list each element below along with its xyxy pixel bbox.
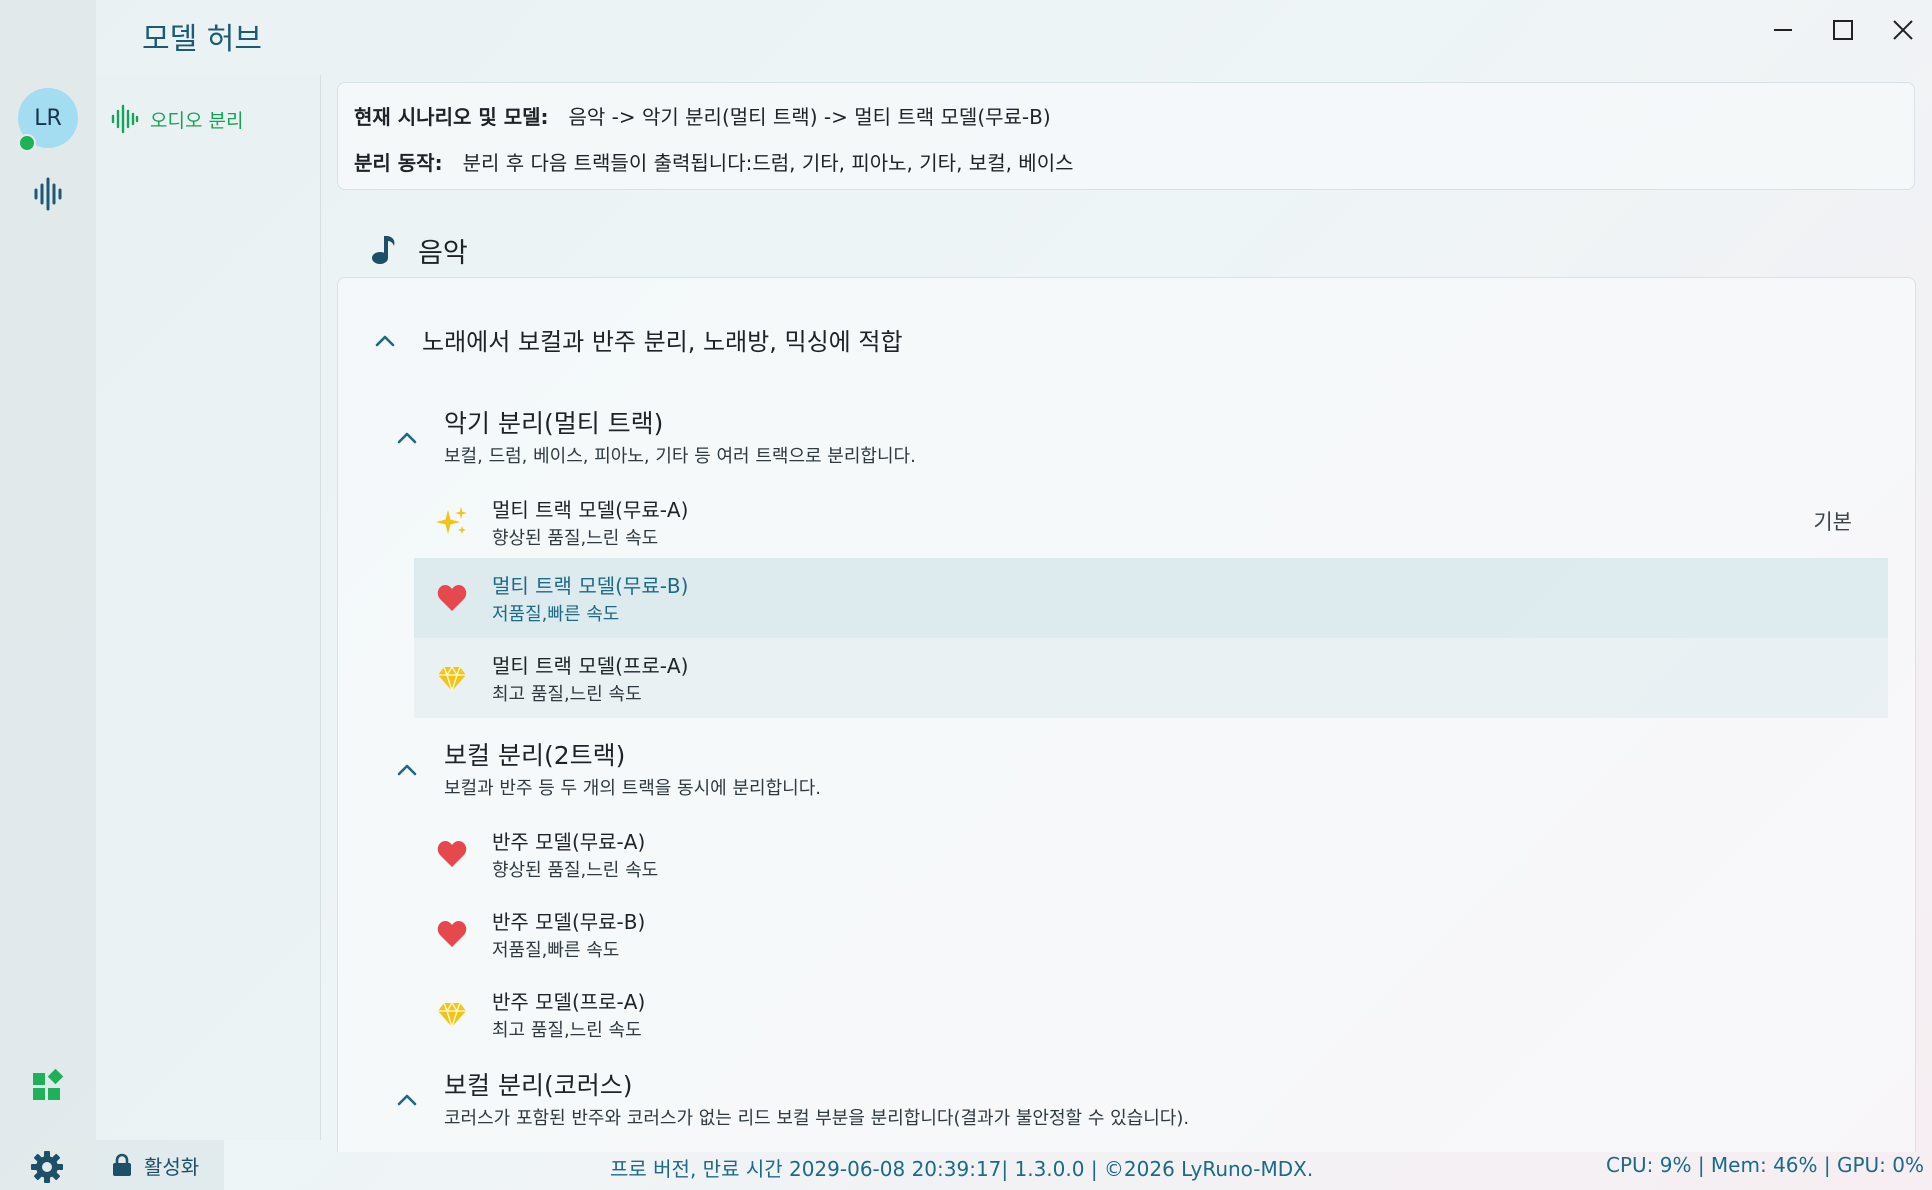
gear-icon <box>31 1151 63 1183</box>
music-note-icon <box>372 236 395 264</box>
activate-label: 활성화 <box>144 1154 200 1179</box>
lock-icon <box>113 1153 131 1176</box>
model-row-accompaniment-free-b[interactable]: 반주 모델(무료-B) 저품질,빠른 속도 <box>414 894 1888 974</box>
maximize-icon <box>1833 20 1853 40</box>
settings-button[interactable] <box>30 1150 64 1188</box>
separation-action-row: 분리 동작: 분리 후 다음 트랙들이 출력됩니다:드럼, 기타, 피아노, 기타… <box>354 147 1074 176</box>
model-name: 반주 모델(무료-B) <box>492 910 646 934</box>
online-status-dot <box>18 134 36 152</box>
group-desc: 보컬, 드럼, 베이스, 피아노, 기타 등 여러 트랙으로 분리합니다. <box>444 446 916 467</box>
close-button[interactable] <box>1885 12 1921 48</box>
window-title: 모델 허브 <box>142 22 262 57</box>
status-bar: 활성화 프로 버전, 만료 시간 2029-06-08 20:39:17| 1.… <box>0 1140 1932 1190</box>
audio-waveform-icon <box>111 104 139 134</box>
heart-icon <box>437 841 467 867</box>
activate-button[interactable]: 활성화 <box>96 1140 224 1190</box>
diamond-icon <box>438 1001 466 1030</box>
apps-grid-icon[interactable] <box>30 1068 66 1108</box>
group-title: 보컬 분리(2트랙) <box>444 741 626 770</box>
left-rail: LR <box>0 0 96 1190</box>
model-desc: 최고 품질,느린 속도 <box>492 684 642 705</box>
scenario-card: 노래에서 보컬과 반주 분리, 노래방, 믹싱에 적합 악기 분리(멀티 트랙)… <box>337 277 1916 1152</box>
minimize-icon <box>1774 29 1792 31</box>
group-title: 보컬 분리(코러스) <box>444 1071 633 1100</box>
heart-icon <box>437 585 467 611</box>
group-title: 악기 분리(멀티 트랙) <box>444 409 664 438</box>
section-header: 음악 <box>370 230 468 270</box>
model-name: 반주 모델(프로-A) <box>492 990 646 1014</box>
close-icon <box>1893 20 1913 40</box>
model-name: 멀티 트랙 모델(프로-A) <box>492 654 689 678</box>
model-desc: 향상된 품질,느린 속도 <box>492 528 659 549</box>
chevron-up-icon <box>397 764 417 776</box>
model-row-accompaniment-free-a[interactable]: 반주 모델(무료-A) 향상된 품질,느린 속도 <box>414 814 1888 894</box>
model-name: 반주 모델(무료-A) <box>492 830 646 854</box>
model-desc: 저품질,빠른 속도 <box>492 604 620 625</box>
model-desc: 최고 품질,느린 속도 <box>492 1020 642 1041</box>
model-row-multitrack-free-b[interactable]: 멀티 트랙 모델(무료-B) 저품질,빠른 속도 <box>414 558 1888 638</box>
current-scenario-row: 현재 시나리오 및 모델: 음악 -> 악기 분리(멀티 트랙) -> 멀티 트랙… <box>354 101 1051 130</box>
separation-action-value: 분리 후 다음 트랙들이 출력됩니다:드럼, 기타, 피아노, 기타, 보컬, … <box>462 151 1074 175</box>
license-info: 프로 버전, 만료 시간 2029-06-08 20:39:17| 1.3.0.… <box>610 1157 1314 1181</box>
chevron-up-icon <box>397 1094 417 1106</box>
scenario-toggle[interactable]: 노래에서 보컬과 반주 분리, 노래방, 믹싱에 적합 <box>374 322 903 357</box>
model-desc: 향상된 품질,느린 속도 <box>492 860 659 881</box>
model-row-accompaniment-pro-a[interactable]: 반주 모델(프로-A) 최고 품질,느린 속도 <box>414 974 1888 1054</box>
default-badge: 기본 <box>1813 510 1852 534</box>
scenario-info-card: 현재 시나리오 및 모델: 음악 -> 악기 분리(멀티 트랙) -> 멀티 트랙… <box>337 82 1915 190</box>
model-desc: 저품질,빠른 속도 <box>492 940 620 961</box>
model-row-multitrack-free-a[interactable]: 멀티 트랙 모델(무료-A) 향상된 품질,느린 속도 기본 <box>414 482 1888 562</box>
current-scenario-value: 음악 -> 악기 분리(멀티 트랙) -> 멀티 트랙 모델(무료-B) <box>568 105 1051 129</box>
group-desc: 코러스가 포함된 반주와 코러스가 없는 리드 보컬 부분을 분리합니다(결과가… <box>444 1108 1190 1129</box>
model-row-multitrack-pro-a[interactable]: 멀티 트랙 모델(프로-A) 최고 품질,느린 속도 <box>414 638 1888 718</box>
nav-item-label: 오디오 분리 <box>150 109 244 132</box>
section-title: 음악 <box>418 237 468 269</box>
maximize-button[interactable] <box>1825 12 1861 48</box>
nav-item-audio-separation[interactable]: 오디오 분리 <box>110 101 243 137</box>
diamond-icon <box>438 665 466 694</box>
audio-waveform-icon[interactable] <box>30 176 66 216</box>
chevron-up-icon <box>397 432 417 444</box>
avatar-initials: LR <box>34 105 62 131</box>
separation-action-key: 분리 동작: <box>354 151 443 175</box>
minimize-button[interactable] <box>1765 12 1801 48</box>
current-scenario-key: 현재 시나리오 및 모델: <box>354 105 549 129</box>
chevron-up-icon <box>375 335 395 346</box>
nav-panel: 오디오 분리 <box>96 75 321 1140</box>
model-name: 멀티 트랙 모델(무료-A) <box>492 498 689 522</box>
model-name: 멀티 트랙 모델(무료-B) <box>492 574 689 598</box>
resource-usage: CPU: 9% | Mem: 46% | GPU: 0% <box>1605 1153 1924 1177</box>
scenario-title: 노래에서 보컬과 반주 분리, 노래방, 믹싱에 적합 <box>422 328 903 356</box>
heart-icon <box>437 921 467 947</box>
group-desc: 보컬과 반주 등 두 개의 트랙을 동시에 분리합니다. <box>444 778 821 799</box>
sparkle-icon <box>436 507 467 534</box>
